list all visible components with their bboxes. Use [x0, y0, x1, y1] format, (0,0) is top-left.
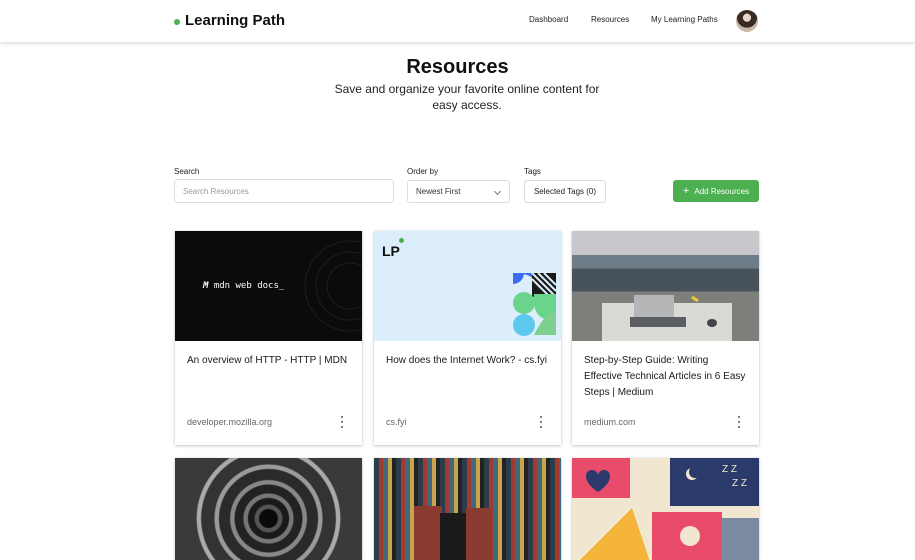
- card-thumbnail[interactable]: [175, 458, 362, 560]
- page-subtitle: Save and organize your favorite online c…: [334, 82, 600, 112]
- card-thumbnail[interactable]: [572, 231, 759, 341]
- more-vertical-icon[interactable]: [340, 416, 344, 428]
- tags-select-button[interactable]: Selected Tags (0): [524, 180, 606, 203]
- card-title[interactable]: How does the Internet Work? - cs.fyi: [386, 353, 551, 369]
- avatar[interactable]: [736, 10, 758, 32]
- svg-text:Z Z: Z Z: [732, 478, 747, 489]
- card-domain: developer.mozilla.org: [187, 417, 273, 427]
- top-navbar: Learning Path Dashboard Resources My Lea…: [0, 0, 915, 42]
- chevron-down-icon: [493, 187, 502, 196]
- plus-icon: +: [682, 184, 690, 197]
- resource-card[interactable]: M mdn web docs_ An overview of HTTP - HT…: [175, 231, 362, 445]
- resource-card[interactable]: LP How does the Internet Work? - cs.fyi …: [374, 231, 561, 445]
- illustration-art: Z Z Z Z: [572, 458, 759, 560]
- port-illustration: [414, 506, 492, 560]
- card-domain: cs.fyi: [386, 417, 407, 427]
- more-vertical-icon[interactable]: [539, 416, 543, 428]
- card-domain: medium.com: [584, 417, 636, 427]
- resource-card[interactable]: [175, 458, 362, 560]
- more-vertical-icon[interactable]: [737, 416, 741, 428]
- page-title: Resources: [406, 56, 509, 78]
- order-by-select[interactable]: Newest First: [407, 180, 510, 203]
- nav-my-learning-paths[interactable]: My Learning Paths: [651, 15, 718, 24]
- search-label: Search: [174, 167, 200, 176]
- card-thumbnail[interactable]: M mdn web docs_: [175, 231, 362, 341]
- resource-card[interactable]: Z Z Z Z: [572, 458, 759, 560]
- resource-card[interactable]: [374, 458, 561, 560]
- card-thumbnail[interactable]: Z Z Z Z: [572, 458, 759, 560]
- decorative-circles: [304, 240, 362, 332]
- order-by-label: Order by: [407, 167, 439, 176]
- card-thumbnail[interactable]: [374, 458, 561, 560]
- card-title[interactable]: An overview of HTTP - HTTP | MDN: [187, 353, 352, 369]
- resource-card[interactable]: Step-by-Step Guide: Writing Effective Te…: [572, 231, 759, 445]
- brand-dot-icon: [174, 18, 180, 25]
- brand[interactable]: Learning Path: [174, 12, 285, 29]
- card-title[interactable]: Step-by-Step Guide: Writing Effective Te…: [584, 353, 749, 401]
- add-resources-button[interactable]: + Add Resources: [673, 180, 759, 202]
- decorative-shapes: [513, 272, 557, 336]
- order-by-value: Newest First: [416, 187, 461, 196]
- add-resources-label: Add Resources: [694, 186, 750, 196]
- svg-text:Z Z: Z Z: [722, 464, 737, 475]
- desk-illustration: [602, 295, 732, 341]
- brand-title: Learning Path: [185, 12, 286, 29]
- nav-dashboard[interactable]: Dashboard: [529, 15, 568, 24]
- card-thumbnail[interactable]: LP: [374, 231, 561, 341]
- search-input[interactable]: [174, 179, 394, 203]
- tags-label: Tags: [524, 167, 541, 176]
- nav-resources[interactable]: Resources: [591, 15, 629, 24]
